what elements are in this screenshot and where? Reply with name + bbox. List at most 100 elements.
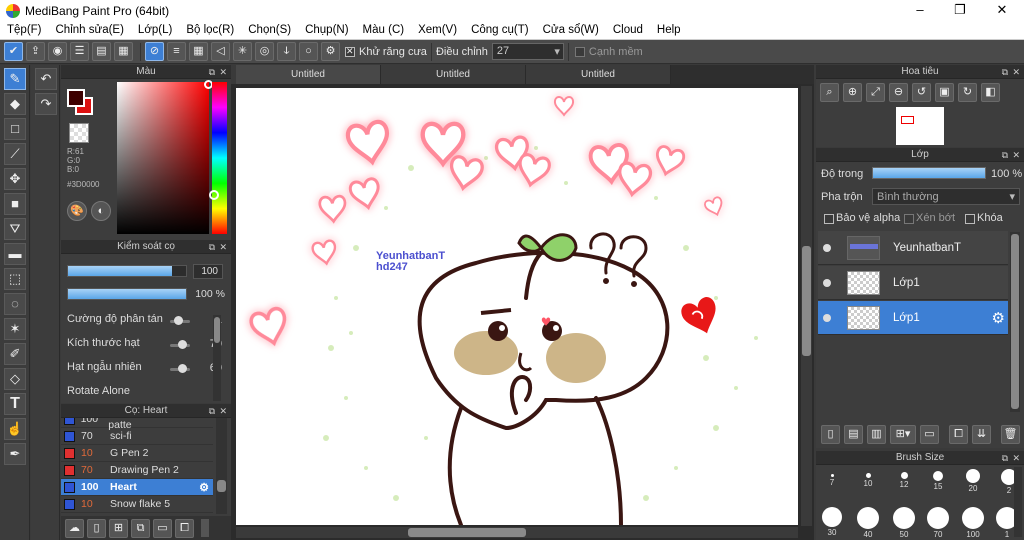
layer-row-lop1-selected[interactable]: Lớp1 ⚙ xyxy=(818,301,1008,335)
undo-icon[interactable]: ↶ xyxy=(35,68,57,90)
canvas-vscroll-thumb[interactable] xyxy=(802,246,811,356)
layer-row-lop1[interactable]: Lớp1 xyxy=(818,266,1008,300)
layer-scrollbar[interactable] xyxy=(1010,232,1020,412)
visibility-eye-icon[interactable] xyxy=(823,244,831,252)
menu-select[interactable]: Chọn(S) xyxy=(241,24,298,36)
brush-folder-icon[interactable]: ▭ xyxy=(153,518,172,538)
new-halftone-layer-icon[interactable]: ▤ xyxy=(844,424,863,444)
rotate-right-icon[interactable]: ↻ xyxy=(958,83,977,102)
popout-icon[interactable]: ⧉ xyxy=(1002,65,1008,79)
popout-icon[interactable]: ⧉ xyxy=(1002,451,1008,465)
brush-size-preset-20[interactable]: 20 xyxy=(963,469,983,493)
lock-checkbox[interactable] xyxy=(965,214,975,224)
transparent-color-swatch[interactable] xyxy=(69,123,89,143)
brush-size-preset-12[interactable]: 12 xyxy=(896,469,912,489)
brush-item-snowflake[interactable]: 10 Snow flake 5 xyxy=(61,496,213,513)
brush-item-drawing-pen2[interactable]: 70 Drawing Pen 2 xyxy=(61,462,213,479)
rotate-left-icon[interactable]: ↺ xyxy=(912,83,931,102)
brush-size-preset-70[interactable]: 70 xyxy=(926,507,950,539)
brush-size-preset-100[interactable]: 100 xyxy=(960,507,986,539)
tab-untitled-1[interactable]: Untitled xyxy=(236,65,381,84)
particle-size-knob[interactable] xyxy=(178,340,187,349)
visibility-eye-icon[interactable] xyxy=(823,279,831,287)
color-history-icon[interactable]: ◐ xyxy=(91,201,111,221)
brush-item-heart[interactable]: 100 Heart ⚙ xyxy=(61,479,213,496)
magic-wand-tool-icon[interactable]: ✶ xyxy=(4,318,26,340)
foreground-color-swatch[interactable] xyxy=(67,89,85,107)
share-icon[interactable]: ⇪ xyxy=(26,42,45,61)
brush-size-preset-40[interactable]: 40 xyxy=(856,507,880,539)
canvas-vertical-scrollbar[interactable] xyxy=(801,86,812,526)
text-tool-icon[interactable]: T xyxy=(4,393,26,415)
clipping-checkbox[interactable] xyxy=(904,214,914,224)
check-icon[interactable]: ✔ xyxy=(4,42,23,61)
merge-layer-icon[interactable]: ⇊ xyxy=(972,424,991,444)
brush-size-preset-15[interactable]: 15 xyxy=(930,469,946,491)
parallel-snap-icon[interactable]: ≡ xyxy=(167,42,186,61)
hue-slider[interactable] xyxy=(209,82,227,234)
fill-rect-tool-icon[interactable]: ■ xyxy=(4,193,26,215)
maximize-button[interactable]: ❐ xyxy=(940,0,980,21)
random-particle-knob[interactable] xyxy=(178,364,187,373)
navigator-viewport-frame[interactable] xyxy=(901,116,914,124)
vanishing-point-icon[interactable]: ◁ xyxy=(211,42,230,61)
layer-row-text[interactable]: YeunhatbanT xyxy=(818,231,1008,265)
brush-size-scrollbar[interactable] xyxy=(1014,467,1022,537)
brush-size-preset-7[interactable]: 7 xyxy=(824,469,840,487)
eraser-tool-icon[interactable]: ◆ xyxy=(4,93,26,115)
list-icon[interactable]: ☰ xyxy=(70,42,89,61)
select-eraser-tool-icon[interactable]: ◇ xyxy=(4,368,26,390)
close-icon[interactable]: ✕ xyxy=(219,404,227,418)
correction-select[interactable]: 27 xyxy=(491,43,564,60)
lasso-tool-icon[interactable]: ◌ xyxy=(4,293,26,315)
comment-icon[interactable]: ◉ xyxy=(48,42,67,61)
brush-size-preset-30[interactable]: 30 xyxy=(820,507,844,537)
menu-layer[interactable]: Lớp(L) xyxy=(131,24,179,36)
dot-tool-icon[interactable]: ⟋ xyxy=(4,143,26,165)
radial-snap-icon[interactable]: ✳ xyxy=(233,42,252,61)
new-8bit-layer-icon[interactable]: ▥ xyxy=(867,424,886,444)
layer-opacity-slider[interactable] xyxy=(872,167,986,179)
saturation-value-picker[interactable] xyxy=(117,80,213,234)
brush-size-preset-50[interactable]: 50 xyxy=(892,507,916,539)
tab-untitled-3[interactable]: Untitled xyxy=(526,65,671,84)
gradient-tool-icon[interactable]: ▬ xyxy=(4,243,26,265)
tab-untitled-2[interactable]: Untitled xyxy=(381,65,526,84)
menu-help[interactable]: Help xyxy=(650,24,688,36)
close-icon[interactable]: ✕ xyxy=(219,240,227,254)
layer-settings-icon[interactable]: ⚙ xyxy=(992,309,1005,327)
popout-icon[interactable]: ⧉ xyxy=(209,240,215,254)
brush-opacity-slider[interactable] xyxy=(67,288,187,300)
delete-layer-icon[interactable]: 🗑 xyxy=(1001,424,1020,444)
cloud-brush-icon[interactable]: ☁ xyxy=(65,518,84,538)
layer-scroll-thumb[interactable] xyxy=(1011,234,1019,409)
brush-size-value[interactable]: 100 xyxy=(193,264,223,279)
brush-settings-icon[interactable]: ⚙ xyxy=(199,481,209,494)
popout-icon[interactable]: ⧉ xyxy=(1002,148,1008,162)
close-icon[interactable]: ✕ xyxy=(1012,451,1020,465)
snap-settings-icon[interactable]: ⚙ xyxy=(321,42,340,61)
scatter-knob[interactable] xyxy=(174,316,183,325)
menu-cloud[interactable]: Cloud xyxy=(606,24,650,36)
select-tool-icon[interactable]: ⬚ xyxy=(4,268,26,290)
add-brush-icon[interactable]: ⊞ xyxy=(109,518,128,538)
close-button[interactable]: ✕ xyxy=(982,0,1022,21)
curve-snap-icon[interactable]: ↆ xyxy=(277,42,296,61)
close-icon[interactable]: ✕ xyxy=(1012,65,1020,79)
menu-tools[interactable]: Công cụ(T) xyxy=(464,24,536,36)
copy-brush-icon[interactable]: ⧠ xyxy=(175,518,194,538)
rectangle-tool-icon[interactable]: □ xyxy=(4,118,26,140)
move-tool-icon[interactable]: ✥ xyxy=(4,168,26,190)
brush-control-scrollbar[interactable] xyxy=(213,315,221,401)
brush-properties-icon[interactable]: ⧉ xyxy=(131,518,150,538)
protect-alpha-checkbox[interactable] xyxy=(824,214,834,224)
hue-cursor[interactable] xyxy=(209,190,219,200)
page-icon[interactable]: ▤ xyxy=(92,42,111,61)
snap-off-icon[interactable]: ⊘ xyxy=(145,42,164,61)
popout-icon[interactable]: ⧉ xyxy=(209,404,215,418)
close-icon[interactable]: ✕ xyxy=(219,65,227,79)
brush-item-gpen2[interactable]: 10 G Pen 2 xyxy=(61,445,213,462)
add-layer-menu-icon[interactable]: ⊞▾ xyxy=(890,424,916,444)
drawing-canvas[interactable]: YeunhatbanT hd247 xyxy=(236,88,798,525)
brush-control-scroll-thumb[interactable] xyxy=(214,317,220,343)
